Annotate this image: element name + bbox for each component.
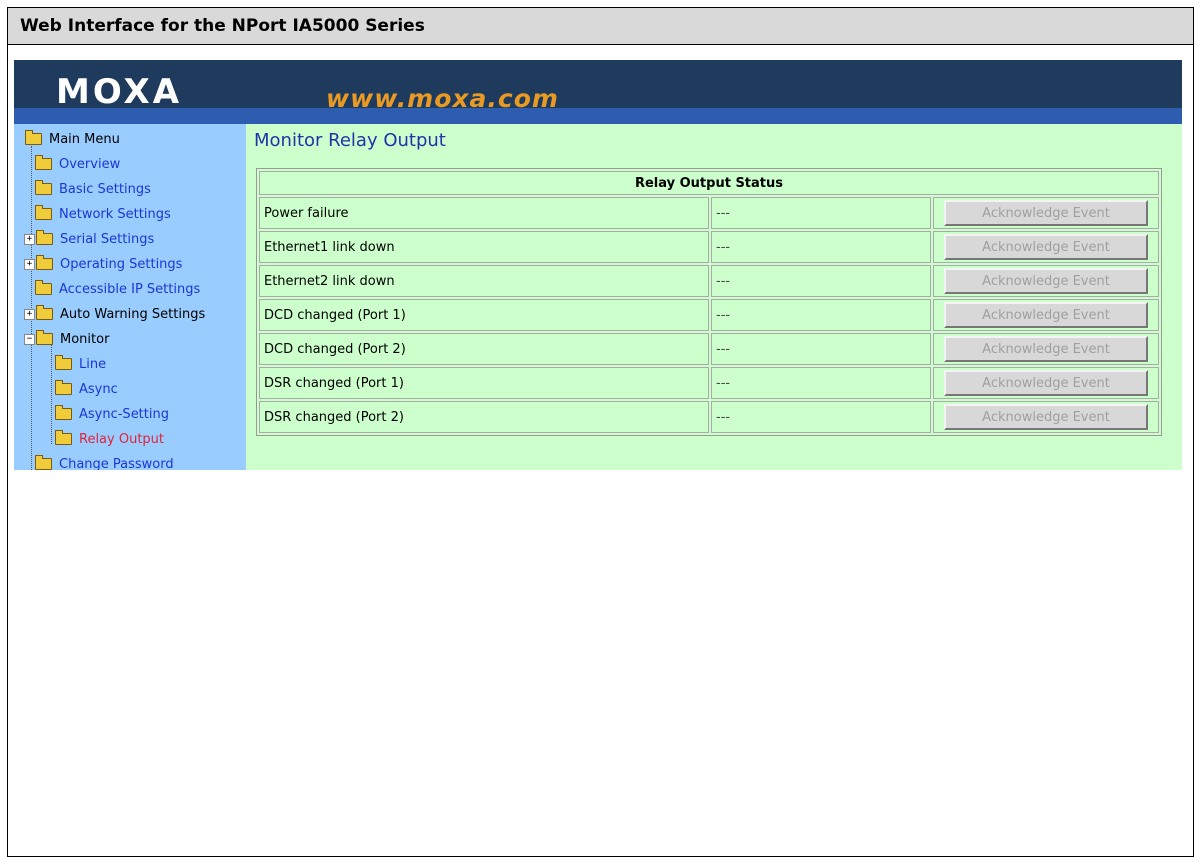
sidebar-item-relay-output[interactable]: Relay Output xyxy=(55,428,164,450)
table-row: DSR changed (Port 1) --- Acknowledge Eve… xyxy=(259,367,1159,399)
open-folder-icon xyxy=(36,330,53,345)
acknowledge-event-button[interactable]: Acknowledge Event xyxy=(944,268,1148,294)
acknowledge-event-button[interactable]: Acknowledge Event xyxy=(944,302,1148,328)
sidebar-item-serial-settings[interactable]: + Serial Settings xyxy=(24,228,154,250)
folder-icon xyxy=(35,205,52,220)
banner-stripe xyxy=(14,108,1182,124)
sidebar-item-network-settings[interactable]: Network Settings xyxy=(35,203,171,225)
action-cell: Acknowledge Event xyxy=(933,401,1159,433)
sidebar-item-auto-warning-settings[interactable]: + Auto Warning Settings xyxy=(24,303,205,325)
document-header: Web Interface for the NPort IA5000 Serie… xyxy=(8,8,1193,45)
folder-icon xyxy=(35,180,52,195)
tree-guide-line xyxy=(51,344,52,444)
folder-icon xyxy=(35,155,52,170)
folder-icon xyxy=(35,280,52,295)
main-content: Monitor Relay Output Relay Output Status… xyxy=(246,124,1182,470)
event-name-cell: DCD changed (Port 2) xyxy=(259,333,709,365)
acknowledge-event-button[interactable]: Acknowledge Event xyxy=(944,336,1148,362)
action-cell: Acknowledge Event xyxy=(933,197,1159,229)
folder-icon xyxy=(36,230,53,245)
sidebar-item-accessible-ip-settings[interactable]: Accessible IP Settings xyxy=(35,278,200,300)
event-status-cell: --- xyxy=(711,401,931,433)
acknowledge-event-button[interactable]: Acknowledge Event xyxy=(944,404,1148,430)
web-console-screenshot: MOXA www.moxa.com Main Menu Overview Bas… xyxy=(14,60,1182,470)
action-cell: Acknowledge Event xyxy=(933,231,1159,263)
folder-icon xyxy=(55,405,72,420)
moxa-url-link[interactable]: www.moxa.com xyxy=(326,84,559,113)
table-row: DCD changed (Port 1) --- Acknowledge Eve… xyxy=(259,299,1159,331)
sidebar-item-operating-settings[interactable]: + Operating Settings xyxy=(24,253,182,275)
table-header: Relay Output Status xyxy=(259,171,1159,195)
event-name-cell: DSR changed (Port 2) xyxy=(259,401,709,433)
action-cell: Acknowledge Event xyxy=(933,265,1159,297)
sidebar-item-overview[interactable]: Overview xyxy=(35,153,120,175)
expand-plus-icon[interactable]: + xyxy=(24,308,35,320)
event-status-cell: --- xyxy=(711,231,931,263)
event-status-cell: --- xyxy=(711,367,931,399)
open-folder-icon xyxy=(25,130,42,145)
event-name-cell: Ethernet2 link down xyxy=(259,265,709,297)
table-row: DSR changed (Port 2) --- Acknowledge Eve… xyxy=(259,401,1159,433)
acknowledge-event-button[interactable]: Acknowledge Event xyxy=(944,370,1148,396)
folder-icon xyxy=(36,255,53,270)
event-status-cell: --- xyxy=(711,197,931,229)
action-cell: Acknowledge Event xyxy=(933,299,1159,331)
table-row: Ethernet1 link down --- Acknowledge Even… xyxy=(259,231,1159,263)
table-row: DCD changed (Port 2) --- Acknowledge Eve… xyxy=(259,333,1159,365)
sidebar-root-main-menu[interactable]: Main Menu xyxy=(25,128,120,150)
event-name-cell: Ethernet1 link down xyxy=(259,231,709,263)
acknowledge-event-button[interactable]: Acknowledge Event xyxy=(944,234,1148,260)
folder-icon xyxy=(36,305,53,320)
table-row: Ethernet2 link down --- Acknowledge Even… xyxy=(259,265,1159,297)
document-title: Web Interface for the NPort IA5000 Serie… xyxy=(20,16,425,36)
moxa-logo: MOXA xyxy=(56,72,183,112)
expand-plus-icon[interactable]: + xyxy=(24,233,35,245)
event-status-cell: --- xyxy=(711,265,931,297)
sidebar-item-monitor[interactable]: − Monitor xyxy=(24,328,109,350)
event-status-cell: --- xyxy=(711,299,931,331)
moxa-banner: MOXA www.moxa.com xyxy=(14,60,1182,124)
page-title: Monitor Relay Output xyxy=(254,130,446,151)
sidebar-item-async-setting[interactable]: Async-Setting xyxy=(55,403,169,425)
sidebar-item-change-password[interactable]: Change Password xyxy=(35,453,174,470)
table-header-row: Relay Output Status xyxy=(259,171,1159,195)
folder-icon xyxy=(35,455,52,470)
action-cell: Acknowledge Event xyxy=(933,367,1159,399)
event-status-cell: --- xyxy=(711,333,931,365)
sidebar-item-line[interactable]: Line xyxy=(55,353,106,375)
collapse-minus-icon[interactable]: − xyxy=(24,333,35,345)
acknowledge-event-button[interactable]: Acknowledge Event xyxy=(944,200,1148,226)
action-cell: Acknowledge Event xyxy=(933,333,1159,365)
event-name-cell: DSR changed (Port 1) xyxy=(259,367,709,399)
expand-plus-icon[interactable]: + xyxy=(24,258,35,270)
folder-icon xyxy=(55,380,72,395)
sidebar-item-async[interactable]: Async xyxy=(55,378,118,400)
event-name-cell: DCD changed (Port 1) xyxy=(259,299,709,331)
main-menu-sidebar: Main Menu Overview Basic Settings Networ… xyxy=(14,124,246,470)
relay-output-status-table: Relay Output Status Power failure --- Ac… xyxy=(256,168,1162,436)
table-row: Power failure --- Acknowledge Event xyxy=(259,197,1159,229)
sidebar-item-basic-settings[interactable]: Basic Settings xyxy=(35,178,151,200)
event-name-cell: Power failure xyxy=(259,197,709,229)
folder-icon xyxy=(55,355,72,370)
folder-icon xyxy=(55,430,72,445)
